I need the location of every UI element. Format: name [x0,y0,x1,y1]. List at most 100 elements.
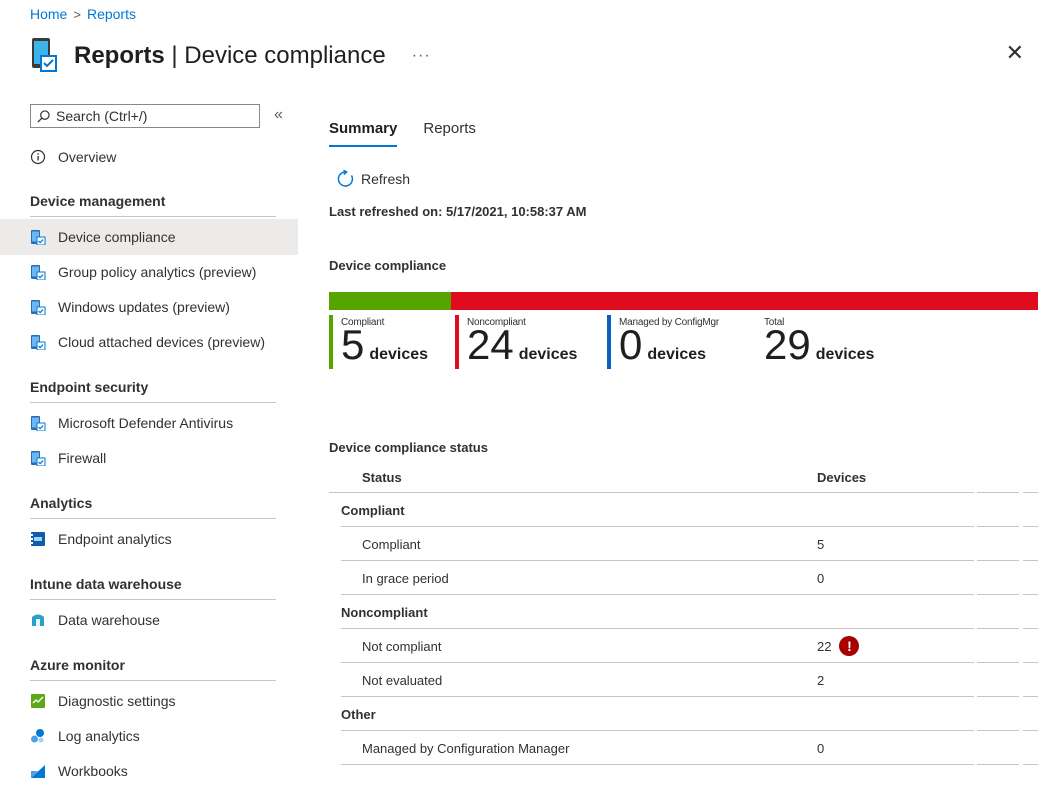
sidebar-item-cloud-attached-devices[interactable]: Cloud attached devices (preview) [30,324,298,360]
table-row[interactable]: Not evaluated 2 [329,663,1038,697]
devices-cell: 22! [817,636,860,656]
devices-cell: 5 [817,537,824,552]
sidebar-item-workbooks[interactable]: Workbooks [30,753,298,789]
sidebar-item-group-policy-analytics[interactable]: Group policy analytics (preview) [30,254,298,290]
total-stat: Total 29 devices [756,315,901,369]
sidebar-item-label: Log analytics [58,728,140,744]
page-title: Reports | Device compliance [74,42,386,69]
sidebar-item-label: Microsoft Defender Antivirus [58,415,234,431]
compliance-bar [329,292,1038,310]
more-options-button[interactable]: ··· [412,47,431,65]
tab-summary[interactable]: Summary [329,120,398,147]
status-cell: Not evaluated [362,672,443,688]
compliance-bar-noncompliant-segment [451,292,1038,310]
collapse-sidebar-icon[interactable]: « [274,106,283,124]
section-heading-analytics: Analytics [30,495,276,519]
sidebar-item-label: Windows updates (preview) [58,299,230,315]
sidebar-item-device-compliance[interactable]: Device compliance [0,219,298,255]
sidebar-item-windows-updates[interactable]: Windows updates (preview) [30,289,298,325]
section-heading-azure-monitor: Azure monitor [30,657,276,681]
sidebar-item-defender-antivirus[interactable]: Microsoft Defender Antivirus [30,405,298,441]
breadcrumb-separator: > [73,6,81,22]
sidebar-item-data-warehouse[interactable]: Data warehouse [30,602,298,638]
page-header: Reports | Device compliance ··· [30,34,431,78]
devices-count: 0 [817,570,825,586]
refresh-icon [337,170,354,187]
devices-count: 2 [817,672,825,688]
column-header-status[interactable]: Status [329,470,817,485]
sidebar-item-label: Device compliance [58,229,176,245]
devices-count: 5 [817,536,825,552]
breadcrumb: Home > Reports [30,6,136,22]
search-input[interactable]: Search (Ctrl+/) [30,104,260,128]
device-compliance-icon [31,300,46,315]
search-icon [37,109,50,123]
device-compliance-icon [31,265,46,280]
sidebar-item-diagnostic-settings[interactable]: Diagnostic settings [30,683,298,719]
devices-cell: 2 [817,673,824,688]
close-icon[interactable]: ✕ [1006,40,1024,66]
stat-unit: devices [369,346,429,363]
table-row[interactable]: Not compliant 22! [329,629,1038,663]
compliant-stat: Compliant 5 devices [329,315,449,369]
data-warehouse-icon [32,614,44,626]
devices-cell: 0 [817,741,824,756]
device-compliance-icon [32,38,57,72]
section-heading-endpoint-security: Endpoint security [30,379,276,403]
stat-value: 29 [764,321,811,368]
sidebar-item-firewall[interactable]: Firewall [30,440,298,476]
configmgr-stat: Managed by ConfigMgr 0 devices [607,315,752,369]
devices-cell: 0 [817,571,824,586]
table-row[interactable]: In grace period 0 [329,561,1038,595]
device-compliance-status-title: Device compliance status [329,440,488,455]
table-body: Compliant Compliant 5 In grace period 0 Nonco… [329,493,1038,765]
workbooks-icon [31,765,45,778]
column-header-devices[interactable]: Devices [817,470,866,485]
sidebar-item-label: Overview [58,149,117,165]
diagnostic-settings-icon [31,694,45,708]
table-group-row: Other [329,697,1038,731]
status-cell: Managed by Configuration Manager [362,740,570,756]
sidebar-item-overview[interactable]: Overview [30,139,298,175]
sidebar-item-label: Cloud attached devices (preview) [58,334,265,350]
sidebar-item-log-analytics[interactable]: Log analytics [30,718,298,754]
device-compliance-icon [31,335,46,350]
refresh-label: Refresh [361,171,411,187]
sidebar-item-label: Diagnostic settings [58,693,176,709]
status-cell: Compliant [362,536,421,552]
device-compliance-icon [31,416,46,431]
sidebar-item-label: Firewall [58,450,107,466]
last-refreshed-text: Last refreshed on: 5/17/2021, 10:58:37 A… [329,204,587,219]
log-analytics-icon [31,729,44,743]
stat-unit: devices [518,346,578,363]
error-alert-icon[interactable]: ! [839,636,860,656]
group-label: Noncompliant [341,604,428,620]
sidebar-item-label: Endpoint analytics [58,531,172,547]
endpoint-analytics-icon [31,532,45,546]
group-label: Compliant [341,502,405,518]
table-row[interactable]: Compliant 5 [329,527,1038,561]
search-placeholder: Search (Ctrl+/) [56,108,148,124]
info-icon [30,149,46,165]
sidebar-item-label: Data warehouse [58,612,160,628]
section-heading-device-management: Device management [30,193,276,217]
table-header: Status Devices [329,461,1038,493]
table-group-row: Noncompliant [329,595,1038,629]
section-heading-intune-data-warehouse: Intune data warehouse [30,576,276,600]
table-group-row: Compliant [329,493,1038,527]
refresh-button[interactable]: Refresh [337,170,410,188]
tab-reports[interactable]: Reports [423,120,476,147]
sidebar-item-endpoint-analytics[interactable]: Endpoint analytics [30,521,298,557]
stat-value: 5 [341,321,365,368]
breadcrumb-home-link[interactable]: Home [30,6,67,22]
breadcrumb-reports-link[interactable]: Reports [87,6,136,22]
group-label: Other [341,706,376,722]
compliance-bar-compliant-segment [329,292,452,310]
device-compliance-title: Device compliance [329,258,447,273]
sidebar-item-label: Workbooks [58,763,128,779]
compliance-status-table: Status Devices Compliant Compliant 5 In gra… [329,461,1038,765]
stat-unit: devices [647,346,707,363]
status-cell: Not compliant [362,638,442,654]
stat-value: 0 [619,321,643,368]
table-row[interactable]: Managed by Configuration Manager 0 [329,731,1038,765]
